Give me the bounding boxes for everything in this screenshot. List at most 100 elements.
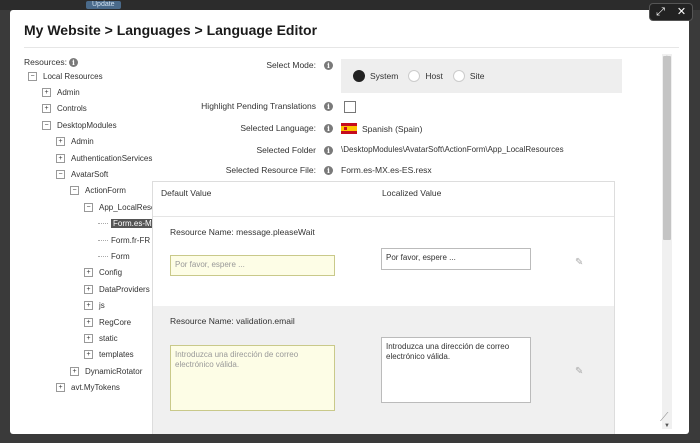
tree-node[interactable]: + DataProviders (84, 283, 150, 295)
host-topbar: Update (0, 0, 700, 10)
scrollbar-thumb[interactable] (663, 56, 671, 240)
resources-label: Resources: i (24, 57, 78, 67)
info-icon[interactable]: i (324, 101, 333, 111)
tree-node-label[interactable]: avt.MyTokens (71, 383, 120, 392)
expand-icon[interactable]: + (42, 104, 51, 114)
tree-node-label[interactable]: Admin (71, 137, 94, 146)
selected-language-value: Spanish (Spain) (341, 123, 422, 134)
info-icon[interactable]: i (324, 60, 333, 70)
localized-value-input[interactable]: Por favor, espere ... (381, 248, 531, 270)
highlight-pending-label: Highlight Pending Translations (201, 101, 316, 111)
close-icon[interactable]: ✕ (674, 5, 690, 19)
tree-node[interactable]: + templates (84, 349, 134, 361)
resource-name-label: Resource Name: (170, 227, 234, 237)
default-value-field[interactable]: Por favor, espere ... (170, 255, 335, 276)
info-icon[interactable]: i (324, 123, 333, 133)
radio-button[interactable] (353, 70, 365, 82)
tree-node[interactable]: − ActionForm (70, 185, 126, 197)
tree-node[interactable]: + AuthenticationServices (56, 152, 152, 164)
expand-icon[interactable]: + (56, 383, 65, 393)
tree-node-label[interactable]: Local Resources (43, 72, 103, 81)
expand-icon[interactable]: + (84, 268, 93, 278)
info-icon[interactable]: i (69, 57, 78, 67)
tree-node-label[interactable]: templates (99, 350, 134, 359)
tree-node-label[interactable]: ActionForm (85, 186, 126, 195)
tree-node[interactable]: Form (98, 250, 130, 262)
tree-node-label[interactable]: DesktopModules (57, 121, 117, 130)
selected-file-label: Selected Resource File: (225, 165, 316, 175)
expand-icon[interactable]: + (84, 350, 93, 360)
mode-option-site[interactable]: Site (452, 70, 485, 82)
tree-node-label[interactable]: Admin (57, 88, 80, 97)
tree-node[interactable]: + RegCore (84, 316, 131, 328)
resources-label-text: Resources: (24, 57, 67, 67)
tree-node-label[interactable]: DataProviders (99, 285, 150, 294)
tree-node-label[interactable]: static (99, 334, 118, 343)
language-editor-dialog: My Website > Languages > Language Editor… (10, 10, 689, 434)
expand-icon[interactable]: + (42, 87, 51, 97)
expand-icon[interactable]: + (70, 366, 79, 376)
expand-icon[interactable]: + (56, 137, 65, 147)
default-value-field[interactable]: Introduzca una dirección de correo elect… (170, 345, 335, 411)
tree-node[interactable]: + js (84, 300, 105, 312)
tree-node[interactable]: + DynamicRotator (70, 365, 142, 377)
tree-node-label[interactable]: Config (99, 268, 122, 277)
mode-option-host[interactable]: Host (408, 70, 443, 82)
tree-node[interactable]: + Controls (42, 103, 87, 115)
tree-node[interactable]: + avt.MyTokens (56, 382, 120, 394)
radio-button[interactable] (452, 70, 465, 82)
expand-icon[interactable]: + (56, 153, 65, 163)
tree-node-label[interactable]: js (99, 301, 105, 310)
tree-node-label[interactable]: Form (111, 252, 130, 261)
tree-node-label[interactable]: AuthenticationServices (71, 154, 152, 163)
info-icon[interactable]: i (324, 165, 333, 175)
maximize-icon[interactable]: ⤢ (653, 5, 669, 19)
select-mode-group: System Host Site (341, 59, 622, 93)
resize-grip-icon[interactable]: ⟋ (660, 410, 668, 425)
translation-grid: Default Value Localized Value Resource N… (152, 181, 615, 434)
selected-language-label: Selected Language: (240, 123, 316, 133)
tree-node[interactable]: + static (84, 332, 118, 344)
tree-node-label[interactable]: DynamicRotator (85, 367, 142, 376)
tree-node[interactable]: − DesktopModules (42, 119, 117, 131)
radio-button[interactable] (408, 70, 421, 82)
collapse-icon[interactable]: − (70, 186, 79, 196)
expand-icon[interactable]: + (84, 284, 93, 294)
tree-node[interactable]: Form.es-MX (98, 218, 159, 230)
tree-node[interactable]: − Local Resources (28, 70, 103, 82)
tree-node-label[interactable]: Controls (57, 104, 87, 113)
pencil-icon[interactable]: ✎ (575, 257, 583, 268)
tree-node-label[interactable]: AvatarSoft (71, 170, 108, 179)
selected-language-text: Spanish (Spain) (362, 123, 423, 134)
collapse-icon[interactable]: − (28, 71, 37, 81)
selected-file-row: Selected Resource File: i (160, 165, 333, 175)
tree-node[interactable]: + Admin (56, 136, 94, 148)
info-icon[interactable]: i (324, 145, 333, 155)
table-row: Resource Name: message.pleaseWait Por fa… (153, 217, 614, 306)
grid-header: Default Value Localized Value (153, 182, 614, 217)
tree-node-label[interactable]: Form.fr-FR (111, 236, 150, 245)
tree-node-label[interactable]: RegCore (99, 318, 131, 327)
topbar-tag[interactable]: Update (86, 1, 121, 9)
expand-icon[interactable]: + (84, 301, 93, 311)
highlight-pending-checkbox[interactable] (344, 101, 356, 113)
expand-icon[interactable]: + (84, 333, 93, 343)
expand-icon[interactable]: + (84, 317, 93, 327)
tree-node[interactable]: + Config (84, 267, 122, 279)
tree-node[interactable]: Form.fr-FR (98, 234, 150, 246)
tree-node[interactable]: − AvatarSoft (56, 168, 108, 180)
selected-language-row: Selected Language: i (160, 123, 333, 133)
collapse-icon[interactable]: − (56, 169, 65, 179)
collapse-icon[interactable]: − (84, 202, 93, 212)
title-divider (24, 47, 679, 48)
pencil-icon[interactable]: ✎ (575, 366, 583, 377)
mode-option-label: Host (425, 71, 443, 81)
localized-value-input[interactable]: Introduzca una dirección de correo elect… (381, 337, 531, 403)
tree-node[interactable]: + Admin (42, 86, 80, 98)
resources-tree: − Local Resources + Admin + Controls − DesktopM… (24, 70, 164, 400)
mode-option-system[interactable]: System (353, 70, 398, 82)
collapse-icon[interactable]: − (42, 120, 51, 130)
header-default-value: Default Value (161, 188, 212, 198)
spain-flag-icon (341, 123, 357, 134)
mode-option-label: Site (469, 71, 485, 81)
